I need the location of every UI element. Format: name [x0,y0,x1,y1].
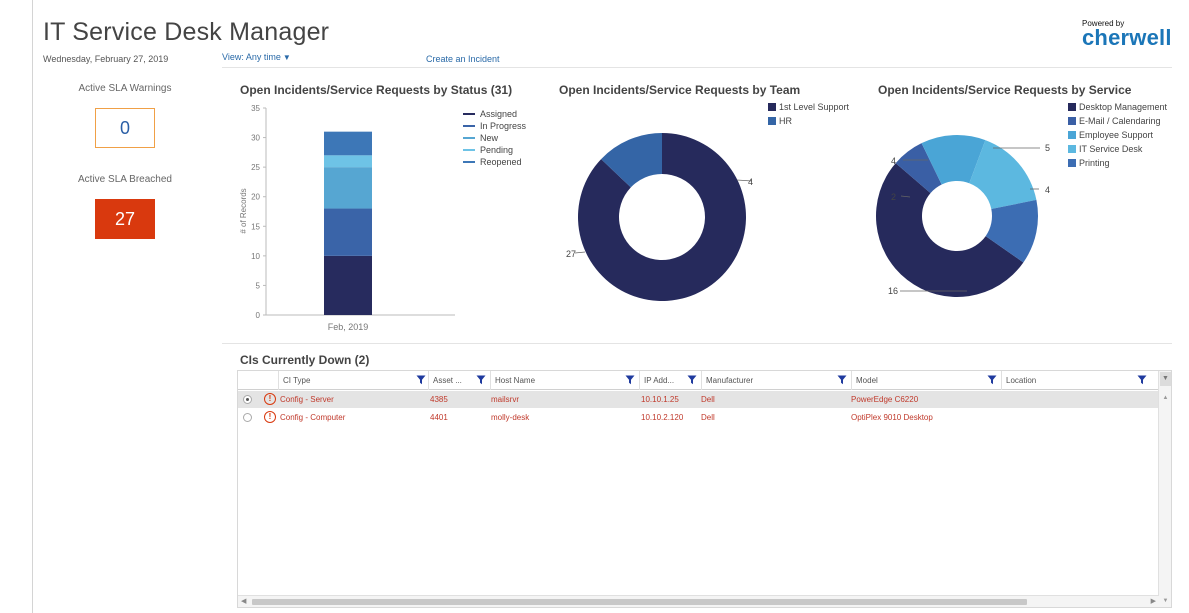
y-tick-label: 25 [251,163,260,172]
legend-label: IT Service Desk [1079,144,1143,154]
filter-icon[interactable] [687,375,697,385]
data-label: 27 [566,249,576,259]
data-label: 4 [1045,185,1050,195]
column-header-manufacturer[interactable]: Manufacturer [701,371,837,390]
y-tick-label: 20 [251,193,260,202]
column-label: Host Name [495,376,536,385]
legend-label: HR [779,116,792,126]
scroll-right-icon[interactable]: ▶ [1151,596,1156,608]
cell-manufacturer: Dell [701,413,715,422]
ci-grid-title: CIs Currently Down (2) [240,353,370,367]
y-tick-label: 30 [251,134,260,143]
column-label: IP Add... [644,376,675,385]
legend-swatch [1068,159,1076,167]
column-chooser-button[interactable]: ▼ [1160,372,1171,386]
bar-segment-reopened [324,131,372,156]
legend-swatch [1068,117,1076,125]
legend-label: New [480,133,499,143]
column-label: Model [856,376,878,385]
ci-grid[interactable]: CI Type Asset ... Host Name IP Add... Ma… [237,370,1172,608]
legend-label: In Progress [480,121,527,131]
y-tick-label: 5 [256,281,261,290]
column-label: CI Type [283,376,311,385]
legend-label: 1st Level Support [779,102,850,112]
filter-icon[interactable] [987,375,997,385]
y-tick-label: 15 [251,222,260,231]
data-label-leader [574,251,586,254]
exclamation-circle-icon: ! [264,411,276,423]
scroll-up-icon[interactable]: ▲ [1159,395,1172,401]
table-row[interactable]: ! Config - Computer 4401 molly-desk 10.1… [238,409,1159,426]
vertical-scrollbar[interactable]: ▼ ▲ ▼ [1158,371,1171,607]
data-label: 4 [891,156,896,166]
legend-swatch [1068,103,1076,111]
scroll-left-icon[interactable]: ◀ [241,596,246,608]
x-tick-label: Feb, 2019 [328,322,369,332]
column-label: Location [1006,376,1037,385]
legend-label: Assigned [480,109,517,119]
horizontal-scroll-thumb[interactable] [252,599,1027,605]
legend-label: Desktop Management [1079,102,1168,112]
cell-manufacturer: Dell [701,395,715,404]
cell-ci-type[interactable]: Config - Computer [280,409,345,426]
column-header-location[interactable]: Location [1001,371,1141,390]
legend-swatch [768,117,776,125]
y-tick-label: 10 [251,252,260,261]
cell-model: OptiPlex 9010 Desktop [851,413,933,422]
grid-header: CI Type Asset ... Host Name IP Add... Ma… [238,371,1159,390]
data-label: 16 [888,286,898,296]
column-label: Asset ... [433,376,462,385]
y-axis-title: # of Records [239,188,248,233]
bar-segment-assigned [324,255,372,315]
cell-asset: 4401 [430,413,448,422]
column-header-host-name[interactable]: Host Name [490,371,635,390]
charts-canvas[interactable]: 05101520253035# of RecordsFeb, 2019Assig… [0,0,1189,345]
cell-ip-address: 10.10.2.120 [641,413,684,422]
data-label: 4 [748,177,753,187]
bar-segment-pending [324,155,372,168]
column-header-asset[interactable]: Asset ... [428,371,478,390]
horizontal-scrollbar[interactable]: ◀ ▶ [238,595,1159,607]
legend-swatch [1068,145,1076,153]
column-header-ip-address[interactable]: IP Add... [639,371,689,390]
filter-icon[interactable] [625,375,635,385]
column-header-ci-type[interactable]: CI Type [278,371,431,390]
legend-label: Printing [1079,158,1110,168]
bar-segment-new [324,167,372,209]
ci-divider [222,343,1172,344]
cell-ip-address: 10.10.1.25 [641,395,679,404]
legend-swatch [768,103,776,111]
legend-label: Reopened [480,157,522,167]
cell-host-name: mailsrvr [491,395,519,404]
cell-asset: 4385 [430,395,448,404]
filter-icon[interactable] [1137,375,1147,385]
y-tick-label: 35 [251,104,260,113]
exclamation-circle-icon: ! [264,393,276,405]
table-row[interactable]: ! Config - Server 4385 mailsrvr 10.10.1.… [238,391,1159,408]
filter-icon[interactable] [476,375,486,385]
scroll-down-icon[interactable]: ▼ [1159,598,1172,604]
cell-host-name: molly-desk [491,413,530,422]
data-label: 2 [891,192,896,202]
row-select-radio[interactable] [243,413,252,422]
legend-label: Pending [480,145,513,155]
legend-swatch [1068,131,1076,139]
cell-model: PowerEdge C6220 [851,395,919,404]
column-label: Manufacturer [706,376,754,385]
cell-ci-type[interactable]: Config - Server [280,391,334,408]
y-tick-label: 0 [256,311,261,320]
bar-segment-in-progress [324,208,372,256]
legend-label: Employee Support [1079,130,1154,140]
column-header-model[interactable]: Model [851,371,987,390]
filter-icon[interactable] [837,375,847,385]
filter-icon[interactable] [416,375,426,385]
legend-label: E-Mail / Calendaring [1079,116,1161,126]
row-select-radio[interactable] [243,395,252,404]
data-label: 5 [1045,143,1050,153]
